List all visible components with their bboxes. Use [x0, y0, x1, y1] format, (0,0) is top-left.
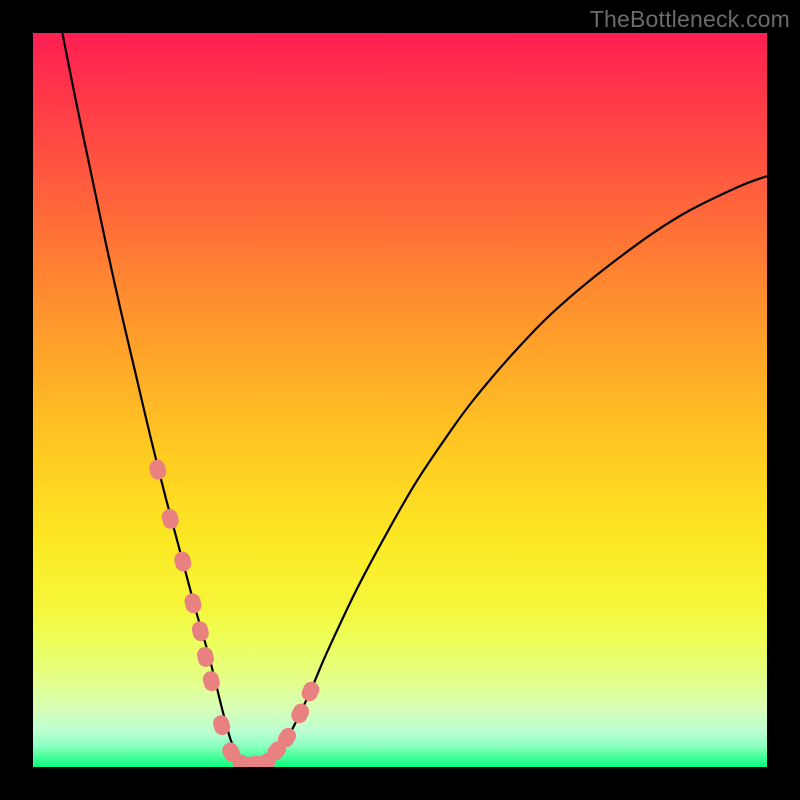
curve-marker: [201, 670, 221, 693]
curve-marker: [289, 701, 312, 726]
curve-marker: [160, 507, 181, 530]
curve-marker: [299, 679, 322, 704]
curve-marker: [172, 550, 193, 573]
curve-marker: [196, 645, 216, 668]
chart-frame: TheBottleneck.com: [0, 0, 800, 800]
bottleneck-curve: [62, 33, 767, 765]
watermark-text: TheBottleneck.com: [590, 6, 790, 33]
plot-area: [33, 33, 767, 767]
marker-group: [148, 458, 322, 767]
curve-marker: [183, 592, 203, 615]
curve-marker: [190, 620, 210, 643]
chart-svg: [33, 33, 767, 767]
curve-marker: [148, 458, 168, 481]
